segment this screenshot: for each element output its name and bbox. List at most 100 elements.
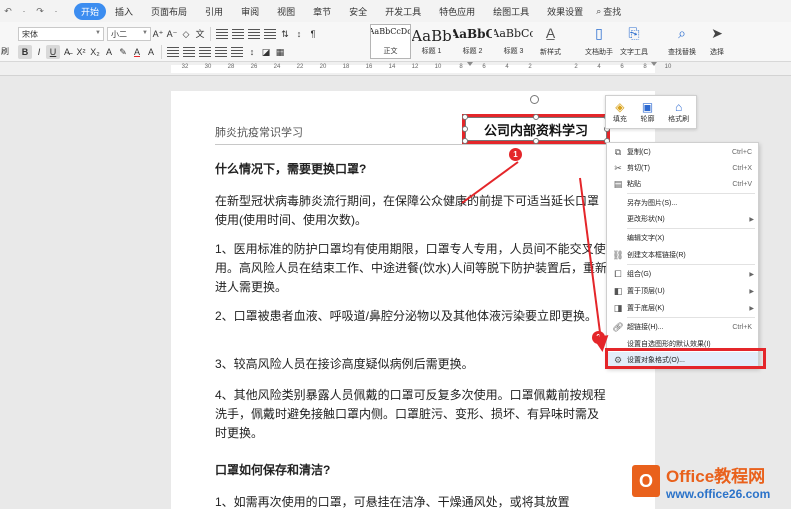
dropdown-dot[interactable]: · — [50, 6, 62, 16]
undo-icon[interactable]: ↶ — [2, 6, 14, 17]
tab-page-layout[interactable]: 页面布局 — [142, 3, 196, 20]
distributed-icon[interactable] — [231, 47, 243, 57]
resize-handle[interactable] — [462, 138, 468, 144]
ruler-tick-label: 6 — [482, 64, 486, 70]
shrink-font-icon[interactable]: A⁻ — [165, 27, 179, 41]
text-effect-icon[interactable]: A — [102, 45, 116, 59]
tab-effects[interactable]: 效果设置 — [538, 3, 592, 20]
borders-icon[interactable]: ▦ — [273, 45, 287, 59]
text-tools-button[interactable]: ⎘ 文字工具 — [620, 24, 648, 60]
style-heading-3[interactable]: AaBbCc 标题 3 — [493, 24, 534, 59]
clear-format-icon[interactable]: ◇ — [179, 27, 193, 41]
grow-font-icon[interactable]: A⁺ — [151, 27, 165, 41]
menu-item-edit-text[interactable]: 编辑文字(X) — [607, 230, 758, 246]
format-painter-icon[interactable] — [0, 27, 10, 41]
style-heading-2[interactable]: AaBbC 标题 2 — [452, 24, 493, 59]
tab-developer[interactable]: 开发工具 — [376, 3, 430, 20]
find-replace-button[interactable]: ⌕ 查找替换 — [668, 24, 696, 60]
subscript-icon[interactable]: X₂ — [88, 45, 102, 59]
tab-security[interactable]: 安全 — [340, 3, 376, 20]
line-spacing-icon[interactable]: ↕ — [245, 45, 259, 59]
tab-view[interactable]: 视图 — [268, 3, 304, 20]
decrease-indent-icon[interactable] — [248, 29, 260, 39]
italic-icon[interactable]: I — [32, 45, 46, 59]
tab-home[interactable]: 开始 — [74, 2, 107, 20]
char-shading-icon[interactable]: A — [144, 45, 158, 59]
fill-icon: ◈ — [615, 100, 625, 114]
numbered-list-icon[interactable] — [232, 29, 244, 39]
body-paragraph: 1、如需再次使用的口罩，可悬挂在洁净、干燥通风处，或将其放置 — [215, 495, 570, 509]
menu-item-hyperlink[interactable]: 🔗︎ 超链接(H)... Ctrl+K — [607, 319, 758, 335]
outline-label: 轮廓 — [640, 116, 655, 123]
tab-section[interactable]: 章节 — [304, 3, 340, 20]
text-assistant-button[interactable]: ▯ 文档助手 — [585, 24, 613, 60]
quick-access-toolbar: ↶ · ↷ · — [0, 6, 62, 17]
right-indent-marker[interactable] — [651, 62, 657, 66]
font-color-icon[interactable]: A — [130, 45, 144, 59]
rotate-handle-icon[interactable] — [530, 95, 539, 104]
toolbar-row-2: 刷 B I U A̶ X² X₂ A ✎ A A ↕ ◪ ▦ — [0, 43, 287, 61]
submenu-arrow-icon: ▶ — [749, 305, 754, 312]
style-normal[interactable]: AaBbCcDd 正文 — [370, 24, 411, 59]
style-heading-1[interactable]: AaBb 标题 1 — [411, 24, 452, 59]
menu-item-copy[interactable]: ⧉ 复制(C) Ctrl+C — [607, 144, 758, 160]
indent-marker[interactable] — [467, 62, 473, 66]
underline-icon[interactable]: U — [46, 45, 60, 59]
font-name-select[interactable]: 宋体 ▼ — [18, 27, 104, 41]
menu-item-label: 创建文本框链接(R) — [627, 252, 686, 259]
outline-button[interactable]: ▣ 轮廓 — [640, 100, 654, 124]
bold-icon[interactable]: B — [18, 45, 32, 59]
body-paragraph: 1、医用标准的防护口罩均有使用期限，口罩专人专用，人员间不能交叉使用。高风险人员… — [215, 242, 607, 294]
tab-review[interactable]: 审阅 — [232, 3, 268, 20]
menu-item-send-back[interactable]: ◨ 置于底层(K) ▶ — [607, 300, 758, 316]
tab-references[interactable]: 引用 — [196, 3, 232, 20]
menu-item-cut[interactable]: ✂ 剪切(T) Ctrl+X — [607, 160, 758, 176]
menu-item-change-shape[interactable]: 更改形状(N) ▶ — [607, 211, 758, 227]
superscript-icon[interactable]: X² — [74, 45, 88, 59]
font-size-select[interactable]: 小二 ▼ — [107, 27, 151, 41]
ruler-tick-label: 24 — [273, 64, 281, 70]
menu-item-bring-front[interactable]: ◧ 置于顶层(U) ▶ — [607, 283, 758, 299]
search-button[interactable]: ⌕ 查找 — [596, 5, 621, 18]
menu-item-paste[interactable]: ▤ 粘贴 Ctrl+V — [607, 176, 758, 192]
tab-insert[interactable]: 插入 — [106, 3, 142, 20]
menu-item-create-link[interactable]: ⛓ 创建文本框链接(R) — [607, 247, 758, 263]
resize-handle[interactable] — [462, 126, 468, 132]
submenu-arrow-icon: ▶ — [749, 288, 754, 295]
dropdown-dot[interactable]: · — [18, 6, 30, 16]
bullet-list-icon[interactable] — [216, 29, 228, 39]
shading-icon[interactable]: ◪ — [259, 45, 273, 59]
new-style-button[interactable]: A̲ 新样式 — [540, 24, 561, 60]
new-style-icon: A̲ — [545, 25, 556, 41]
align-center-icon[interactable] — [183, 47, 195, 57]
menu-item-save-as-image[interactable]: 另存为图片(S)... — [607, 195, 758, 211]
align-left-icon[interactable] — [167, 47, 179, 57]
format-brush-button[interactable]: ⌂ 格式刷 — [668, 100, 689, 124]
resize-handle[interactable] — [462, 114, 468, 120]
toolbar-row-1: 宋体 ▼ 小二 ▼ A⁺ A⁻ ◇ 文 ⇅ ↕ ¶ — [0, 25, 320, 43]
align-right-icon[interactable] — [199, 47, 211, 57]
increase-indent-icon[interactable] — [264, 29, 276, 39]
tab-features[interactable]: 特色应用 — [430, 3, 484, 20]
document-page[interactable]: 肺炎抗疫常识学习 公司内部资料学习 什么情况下，需要更换口罩? 在新型冠状病毒肺… — [171, 91, 655, 509]
menu-item-group[interactable]: ⧠ 组合(G) ▶ — [607, 266, 758, 282]
menu-item-label: 复制(C) — [627, 149, 651, 156]
ruler-tick-label: 4 — [505, 64, 509, 70]
sort-icon[interactable]: ↕ — [292, 27, 306, 41]
resize-handle[interactable] — [533, 114, 539, 120]
fill-button[interactable]: ◈ 填充 — [613, 100, 627, 124]
ruler-tick-label: 20 — [319, 64, 327, 70]
text-direction-icon[interactable]: ⇅ — [278, 27, 292, 41]
justify-icon[interactable] — [215, 47, 227, 57]
redo-icon[interactable]: ↷ — [34, 6, 46, 17]
resize-handle[interactable] — [533, 138, 539, 144]
show-marks-icon[interactable]: ¶ — [306, 27, 320, 41]
select-button[interactable]: ➤ 选择 — [710, 24, 724, 60]
tab-drawing-tools[interactable]: 绘图工具 — [484, 3, 538, 20]
heading-paragraph: 口罩如何保存和清洁? — [215, 463, 331, 477]
phonetic-icon[interactable]: 文 — [193, 27, 207, 41]
floating-toolbar: ◈ 填充 ▣ 轮廓 ⌂ 格式刷 — [605, 95, 697, 129]
horizontal-ruler[interactable]: 32 30 28 26 24 22 20 18 16 14 12 10 8 6 4 2 2 4 6 8 10 — [0, 62, 791, 76]
strikethrough-icon[interactable]: A̶ — [60, 45, 74, 59]
highlight-icon[interactable]: ✎ — [116, 45, 130, 59]
